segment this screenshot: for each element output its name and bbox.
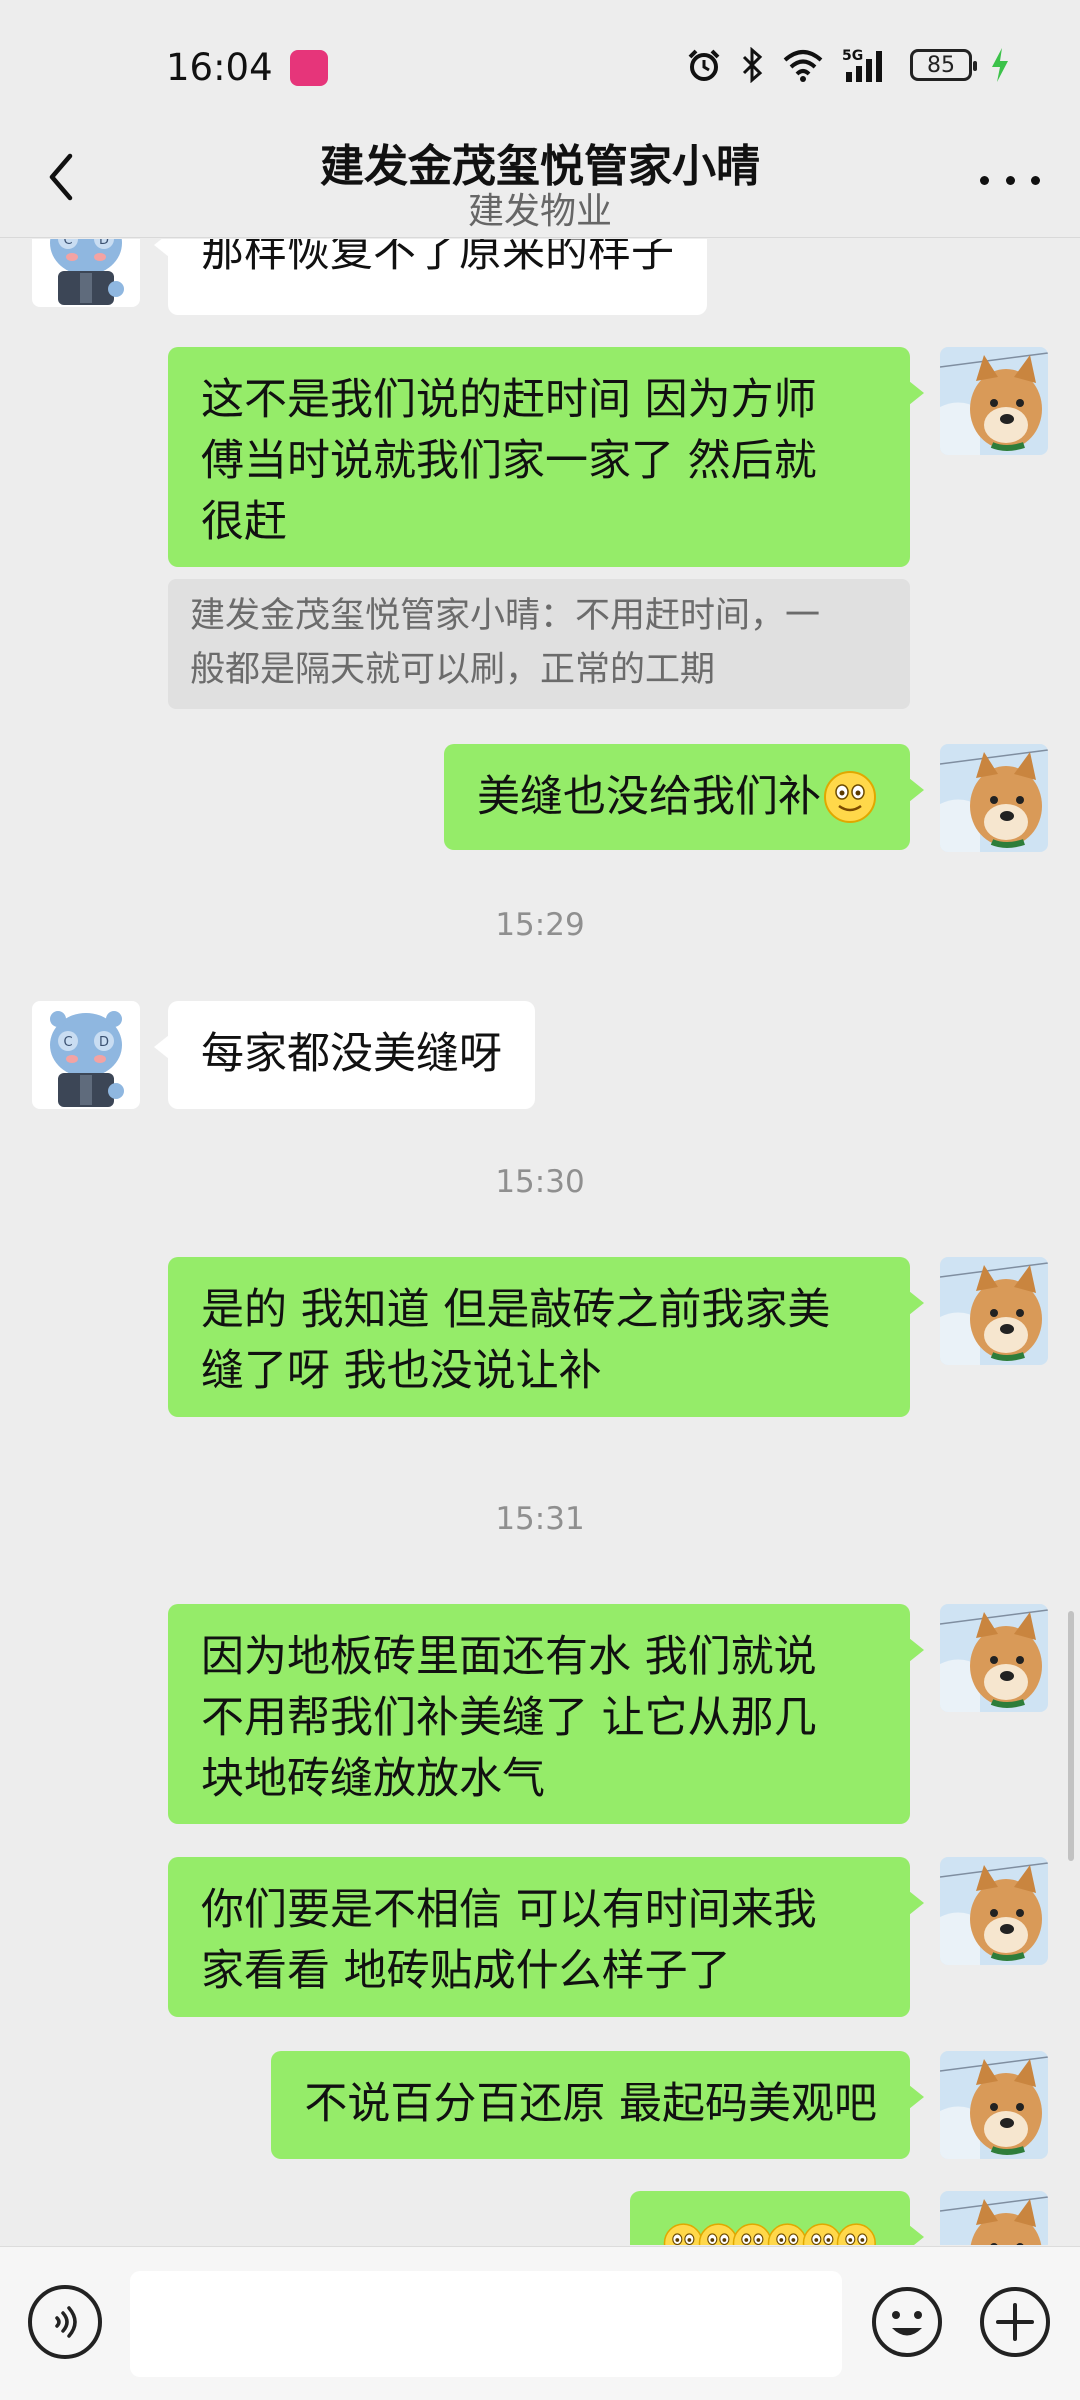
message-list[interactable]: 那样恢复不了原来的样子 这不是我们说的赶时间 因为方师 傅当时说就我们家一家了 …	[0, 239, 1080, 2245]
contact-avatar[interactable]	[32, 239, 140, 307]
user-avatar[interactable]	[940, 347, 1048, 455]
message-outgoing: 是的 我知道 但是敲砖之前我家美 缝了呀 我也没说让补	[0, 1257, 1080, 1419]
user-avatar[interactable]	[940, 1604, 1048, 1712]
message-bubble[interactable]: 因为地板砖里面还有水 我们就说 不用帮我们补美缝了 让它从那几 块地砖缝放放水气	[168, 1604, 924, 1824]
message-line: 家看看 地砖贴成什么样子了	[201, 1946, 731, 1996]
message-bubble[interactable]: 不说百分百还原 最起码美观吧	[271, 2051, 924, 2159]
more-button[interactable]	[980, 160, 1040, 200]
message-outgoing: 这不是我们说的赶时间 因为方师 傅当时说就我们家一家了 然后就 很赶	[0, 347, 1080, 569]
chat-subtitle: 建发物业	[467, 191, 612, 232]
message-text: 那样恢复不了原来的样子	[201, 239, 674, 277]
message-text: 美缝也没给我们补	[477, 771, 821, 822]
message-line: 是的 我知道 但是敲砖之前我家美	[201, 1285, 831, 1335]
contact-avatar[interactable]	[32, 1001, 140, 1109]
message-timestamp: 15:31	[495, 1501, 585, 1537]
message-outgoing: 美缝也没给我们补	[0, 744, 1080, 854]
input-bar	[0, 2246, 1080, 2400]
status-icons: 5G 85	[686, 44, 1010, 86]
user-avatar[interactable]	[940, 2191, 1048, 2245]
battery-level: 85	[927, 52, 955, 78]
grin-emoji	[823, 770, 877, 824]
message-bubble[interactable]: 那样恢复不了原来的样子	[154, 239, 707, 315]
alarm-icon	[688, 49, 720, 81]
user-avatar[interactable]	[940, 2051, 1048, 2159]
bluetooth-icon	[742, 47, 763, 83]
emoji-icon	[872, 2287, 942, 2357]
more-dots-icon	[980, 175, 989, 185]
quoted-message[interactable]: 建发金茂玺悦管家小晴：不用赶时间，一 般都是隔天就可以刷，正常的工期	[168, 579, 910, 709]
message-line: 这不是我们说的赶时间 因为方师	[201, 375, 817, 425]
message-incoming: 那样恢复不了原来的样子	[0, 239, 1080, 319]
charging-icon	[992, 48, 1008, 82]
message-bubble[interactable]	[630, 2191, 924, 2245]
message-bubble[interactable]: 每家都没美缝呀	[154, 1001, 535, 1109]
quote-line: 建发金茂玺悦管家小晴：不用赶时间，一	[190, 596, 821, 636]
battery-icon: 85	[910, 49, 977, 81]
emoji-button[interactable]	[870, 2285, 944, 2359]
message-text: 每家都没美缝呀	[201, 1029, 502, 1079]
app-notification-icon	[290, 50, 328, 86]
message-outgoing: 不说百分百还原 最起码美观吧	[0, 2051, 1080, 2161]
status-bar: 16:04 5G 85	[0, 0, 1080, 130]
message-line: 很赶	[201, 497, 287, 547]
message-line: 你们要是不相信 可以有时间来我	[201, 1885, 817, 1935]
grin-emoji	[836, 2221, 877, 2245]
message-timestamp: 15:29	[495, 907, 585, 943]
network-label: 5G	[842, 48, 863, 64]
message-incoming: 每家都没美缝呀	[0, 1001, 1080, 1111]
voice-icon	[55, 2306, 77, 2338]
message-bubble[interactable]: 美缝也没给我们补	[444, 744, 924, 850]
message-line: 块地砖缝放放水气	[201, 1754, 545, 1804]
message-timestamp: 15:30	[495, 1164, 585, 1200]
more-actions-button[interactable]	[978, 2285, 1052, 2359]
message-line: 傅当时说就我们家一家了 然后就	[201, 436, 817, 486]
message-input[interactable]	[130, 2271, 842, 2377]
plus-icon	[980, 2287, 1050, 2357]
message-line: 因为地板砖里面还有水 我们就说	[201, 1632, 817, 1682]
wifi-icon	[783, 50, 823, 82]
message-bubble[interactable]: 你们要是不相信 可以有时间来我 家看看 地砖贴成什么样子了	[168, 1857, 924, 2017]
quote-line: 般都是隔天就可以刷，正常的工期	[190, 650, 716, 690]
chat-header: 建发金茂玺悦管家小晴 建发物业	[0, 130, 1080, 238]
message-outgoing: 你们要是不相信 可以有时间来我 家看看 地砖贴成什么样子了	[0, 1857, 1080, 2019]
signal-icon: 5G	[842, 48, 882, 82]
voice-button[interactable]	[28, 2285, 102, 2359]
message-bubble[interactable]: 是的 我知道 但是敲砖之前我家美 缝了呀 我也没说让补	[168, 1257, 924, 1417]
message-outgoing	[0, 2191, 1080, 2245]
message-line: 不用帮我们补美缝了 让它从那几	[201, 1693, 817, 1743]
scrollbar-thumb[interactable]	[1068, 1611, 1074, 1861]
user-avatar[interactable]	[940, 744, 1048, 852]
message-line: 缝了呀 我也没说让补	[201, 1346, 602, 1396]
message-outgoing: 因为地板砖里面还有水 我们就说 不用帮我们补美缝了 让它从那几 块地砖缝放放水气	[0, 1604, 1080, 1826]
message-text: 不说百分百还原 最起码美观吧	[304, 2079, 877, 2129]
status-time: 16:04	[166, 46, 273, 89]
user-avatar[interactable]	[940, 1257, 1048, 1365]
user-avatar[interactable]	[940, 1857, 1048, 1965]
message-bubble[interactable]: 这不是我们说的赶时间 因为方师 傅当时说就我们家一家了 然后就 很赶	[168, 347, 924, 567]
